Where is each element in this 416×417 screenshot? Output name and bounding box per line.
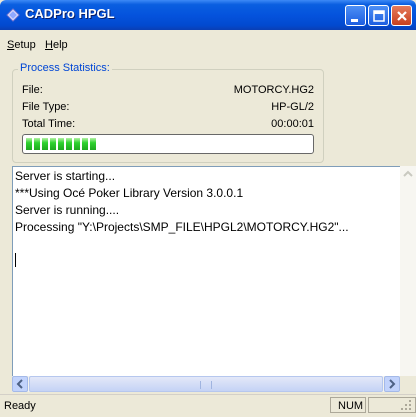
progress-segment xyxy=(74,138,80,150)
total-time-label: Total Time: xyxy=(22,118,76,130)
title-bar[interactable]: CADPro HPGL xyxy=(0,0,416,30)
progress-segment xyxy=(90,138,96,150)
log-line: ***Using Océ Poker Library Version 3.0.0… xyxy=(15,186,244,200)
status-bar: Ready NUM xyxy=(0,394,416,417)
status-pane-grip xyxy=(368,397,416,413)
group-title: Process Statistics: xyxy=(18,62,112,74)
log-line: Server is starting... xyxy=(15,169,116,183)
scroll-left-icon xyxy=(16,379,23,389)
close-icon xyxy=(397,11,407,21)
app-window: CADPro HPGL Setup Help Process Statistic… xyxy=(0,0,416,417)
progress-segment xyxy=(58,138,64,150)
log-line: Processing "Y:\Projects\SMP_FILE\HPGL2\M… xyxy=(15,220,349,234)
maximize-icon xyxy=(373,10,385,22)
close-button[interactable] xyxy=(391,5,412,26)
minimize-icon xyxy=(351,19,358,22)
horizontal-scrollbar[interactable] xyxy=(12,376,400,392)
file-type-label: File Type: xyxy=(22,101,70,113)
progress-bar xyxy=(22,134,314,154)
num-lock-indicator: NUM xyxy=(338,400,364,412)
menu-help[interactable]: Help xyxy=(45,39,68,51)
window-title: CADPro HPGL xyxy=(25,6,115,21)
progress-segment xyxy=(50,138,56,150)
log-line: Server is running.... xyxy=(15,203,120,217)
status-text: Ready xyxy=(4,400,36,412)
file-type-value: HP-GL/2 xyxy=(271,101,314,113)
text-caret xyxy=(15,253,16,267)
resize-grip-icon[interactable] xyxy=(369,398,415,412)
scroll-up-icon[interactable] xyxy=(400,166,416,182)
progress-segment xyxy=(42,138,48,150)
menu-help-label: elp xyxy=(52,39,68,51)
file-value: MOTORCY.HG2 xyxy=(233,84,314,96)
menu-help-accel: H xyxy=(45,39,53,51)
log-output[interactable]: Server is starting... ***Using Océ Poker… xyxy=(12,166,416,390)
total-time-value: 00:00:01 xyxy=(271,118,314,130)
progress-segment xyxy=(26,138,32,150)
app-icon xyxy=(6,8,20,22)
horizontal-scroll-thumb[interactable] xyxy=(29,376,383,392)
progress-segment xyxy=(82,138,88,150)
file-label: File: xyxy=(22,84,43,96)
menu-setup[interactable]: Setup xyxy=(7,39,36,51)
minimize-button[interactable] xyxy=(345,5,366,26)
grip-icon xyxy=(200,381,212,389)
scroll-left-button[interactable] xyxy=(12,376,28,392)
maximize-button[interactable] xyxy=(368,5,389,26)
vertical-scrollbar[interactable] xyxy=(400,166,416,390)
scroll-right-icon xyxy=(389,379,396,389)
scroll-right-button[interactable] xyxy=(384,376,400,392)
menu-bar: Setup Help xyxy=(0,36,416,56)
menu-setup-label: etup xyxy=(14,39,36,51)
scroll-corner xyxy=(400,376,416,392)
progress-segment xyxy=(66,138,72,150)
progress-segment xyxy=(34,138,40,150)
